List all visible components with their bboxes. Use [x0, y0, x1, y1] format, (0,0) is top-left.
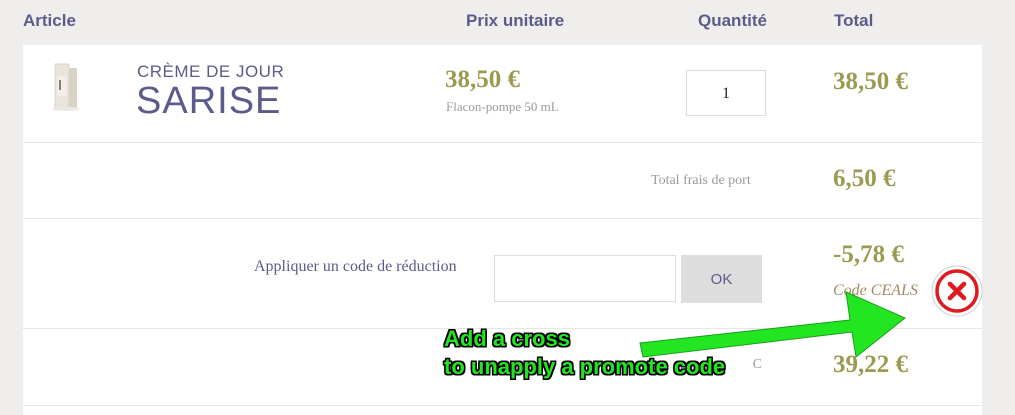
- row-divider: [23, 405, 982, 406]
- header-total: Total: [834, 11, 874, 30]
- header-article: Article: [23, 11, 76, 30]
- product-name-small[interactable]: CRÈME DE JOUR: [137, 62, 284, 82]
- remove-coupon-icon[interactable]: [930, 264, 984, 318]
- discount-value: -5,78 €: [833, 241, 904, 268]
- coupon-label: Appliquer un code de réduction: [254, 258, 457, 275]
- product-name-large[interactable]: SARISE: [136, 80, 281, 123]
- line-total: 38,50 €: [833, 68, 908, 95]
- header-unit-price: Prix unitaire: [466, 11, 565, 30]
- unit-price: 38,50 €: [445, 66, 520, 93]
- row-divider: [23, 218, 982, 219]
- shipping-value: 6,50 €: [833, 165, 896, 192]
- grand-total-value: 39,22 €: [833, 351, 908, 378]
- annotation-line1: Add a cross: [444, 326, 570, 351]
- header-quantity: Quantité: [698, 11, 767, 30]
- applied-code: Code CEALS: [833, 282, 918, 299]
- apply-coupon-button[interactable]: OK: [681, 255, 762, 303]
- coupon-input[interactable]: [494, 255, 676, 302]
- row-divider: [23, 142, 982, 143]
- product-format: Flacon-pompe 50 mL: [446, 99, 559, 114]
- product-bottle-icon[interactable]: [46, 62, 86, 112]
- quantity-input[interactable]: 1: [686, 70, 766, 116]
- annotation-line2: to unapply a promote code: [444, 354, 726, 379]
- shipping-label: Total frais de port: [651, 173, 751, 188]
